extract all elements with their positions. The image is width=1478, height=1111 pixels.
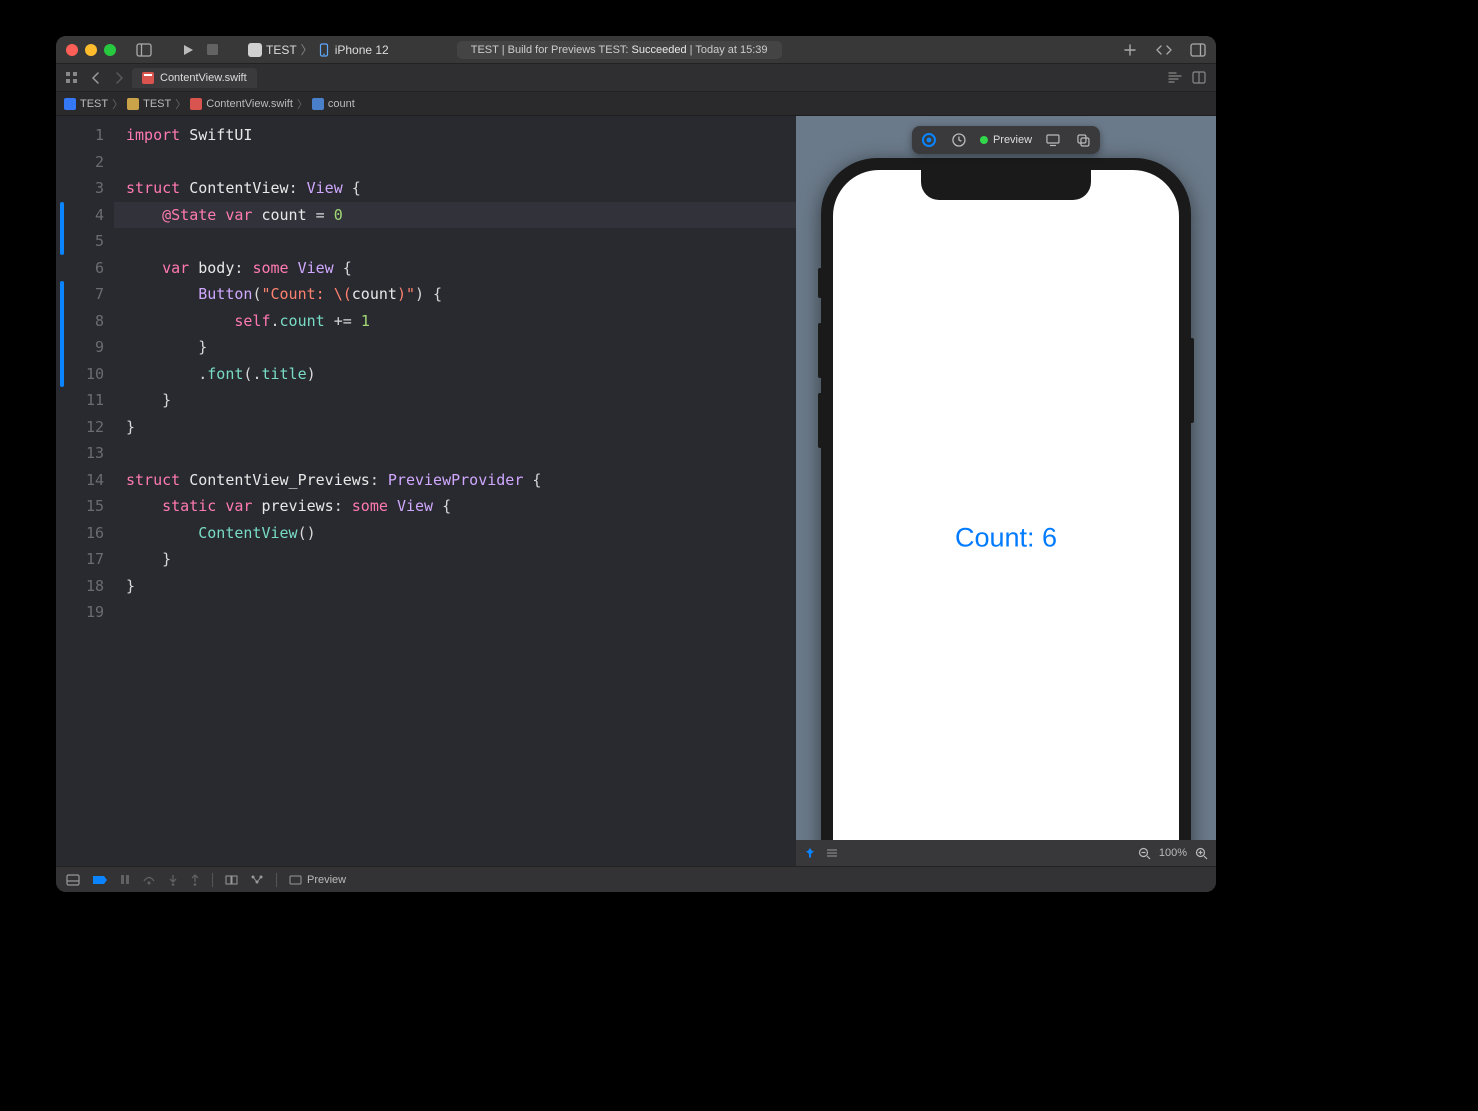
preview-label: Preview bbox=[993, 134, 1032, 146]
scheme-target: TEST bbox=[266, 43, 297, 57]
zoom-out-icon[interactable] bbox=[1138, 847, 1151, 860]
status-result: Succeeded bbox=[632, 44, 687, 56]
preview-status[interactable]: Preview bbox=[980, 134, 1032, 146]
close-button[interactable] bbox=[66, 44, 78, 56]
maximize-button[interactable] bbox=[104, 44, 116, 56]
step-out-icon[interactable] bbox=[190, 874, 200, 886]
path-seg-folder: TEST bbox=[143, 98, 171, 110]
library-icon[interactable] bbox=[1156, 42, 1172, 58]
property-icon bbox=[312, 98, 324, 110]
adjust-icon[interactable] bbox=[826, 848, 838, 858]
minimap-icon[interactable] bbox=[1168, 71, 1182, 84]
swift-file-icon bbox=[142, 72, 154, 84]
app-icon bbox=[248, 43, 262, 57]
count-button[interactable]: Count: 6 bbox=[955, 523, 1057, 554]
path-seg-project: TEST bbox=[80, 98, 108, 110]
debug-bar: Preview bbox=[56, 866, 1216, 892]
status-prefix: TEST | Build for Previews TEST: bbox=[471, 44, 629, 56]
minimize-button[interactable] bbox=[85, 44, 97, 56]
back-button[interactable] bbox=[84, 67, 106, 89]
device-frame: Count: 6 bbox=[821, 158, 1191, 840]
pin-icon[interactable] bbox=[804, 847, 816, 859]
scheme-device: iPhone 12 bbox=[335, 43, 389, 57]
step-into-icon[interactable] bbox=[168, 874, 178, 886]
sidebar-toggle-icon[interactable] bbox=[136, 42, 152, 58]
add-icon[interactable] bbox=[1122, 42, 1138, 58]
jump-bar[interactable]: TEST 〉 TEST 〉 ContentView.swift 〉 count bbox=[56, 92, 1216, 116]
project-icon bbox=[64, 98, 76, 110]
source-editor[interactable]: 12345678910111213141516171819 import Swi… bbox=[56, 116, 796, 866]
toolbar: TEST 〉 iPhone 12 TEST | Build for Previe… bbox=[56, 36, 1216, 64]
step-over-icon[interactable] bbox=[142, 874, 156, 885]
right-sidebar-toggle-icon[interactable] bbox=[1190, 42, 1206, 58]
scheme-selector[interactable]: TEST 〉 iPhone 12 bbox=[248, 41, 389, 58]
memory-graph-icon[interactable] bbox=[250, 874, 264, 885]
preview-pane: Preview Count: 6 bbox=[796, 116, 1216, 866]
breakpoints-icon[interactable] bbox=[92, 875, 108, 885]
canvas[interactable]: Preview Count: 6 bbox=[796, 116, 1216, 840]
editor-tab[interactable]: ContentView.swift bbox=[132, 68, 257, 88]
path-seg-symbol: count bbox=[328, 98, 355, 110]
process-label: Preview bbox=[307, 874, 346, 886]
path-seg-file: ContentView.swift bbox=[206, 98, 293, 110]
run-button[interactable] bbox=[180, 42, 196, 58]
editor-split: 12345678910111213141516171819 import Swi… bbox=[56, 116, 1216, 866]
stop-button[interactable] bbox=[204, 42, 220, 58]
pause-icon[interactable] bbox=[120, 874, 130, 885]
device-icon bbox=[317, 43, 331, 57]
canvas-toolbar: Preview bbox=[912, 126, 1100, 154]
xcode-window: TEST 〉 iPhone 12 TEST | Build for Previe… bbox=[56, 36, 1216, 892]
view-debug-icon[interactable] bbox=[225, 874, 238, 886]
process-selector[interactable]: Preview bbox=[289, 874, 346, 886]
hide-debug-icon[interactable] bbox=[66, 874, 80, 886]
canvas-footer: 100% bbox=[796, 840, 1216, 866]
swift-file-icon bbox=[190, 98, 202, 110]
chevron-right-icon: 〉 bbox=[301, 41, 313, 58]
status-time: Today at 15:39 bbox=[695, 44, 767, 56]
folder-icon bbox=[127, 98, 139, 110]
tab-filename: ContentView.swift bbox=[160, 72, 247, 84]
activity-status[interactable]: TEST | Build for Previews TEST: Succeede… bbox=[457, 41, 782, 59]
device-notch bbox=[921, 170, 1091, 200]
live-preview-icon[interactable] bbox=[920, 131, 938, 149]
forward-button[interactable] bbox=[108, 67, 130, 89]
device-screen[interactable]: Count: 6 bbox=[833, 170, 1179, 840]
tab-bar: ContentView.swift bbox=[56, 64, 1216, 92]
zoom-level[interactable]: 100% bbox=[1159, 847, 1187, 859]
device-settings-icon[interactable] bbox=[1044, 131, 1062, 149]
code-content[interactable]: import SwiftUI struct ContentView: View … bbox=[114, 116, 796, 866]
related-items-icon[interactable] bbox=[60, 67, 82, 89]
selectable-icon[interactable] bbox=[950, 131, 968, 149]
status-dot-icon bbox=[980, 136, 988, 144]
window-controls bbox=[66, 44, 116, 56]
adjust-editor-icon[interactable] bbox=[1192, 71, 1206, 84]
duplicate-preview-icon[interactable] bbox=[1074, 131, 1092, 149]
zoom-in-icon[interactable] bbox=[1195, 847, 1208, 860]
line-gutter: 12345678910111213141516171819 bbox=[56, 116, 114, 866]
